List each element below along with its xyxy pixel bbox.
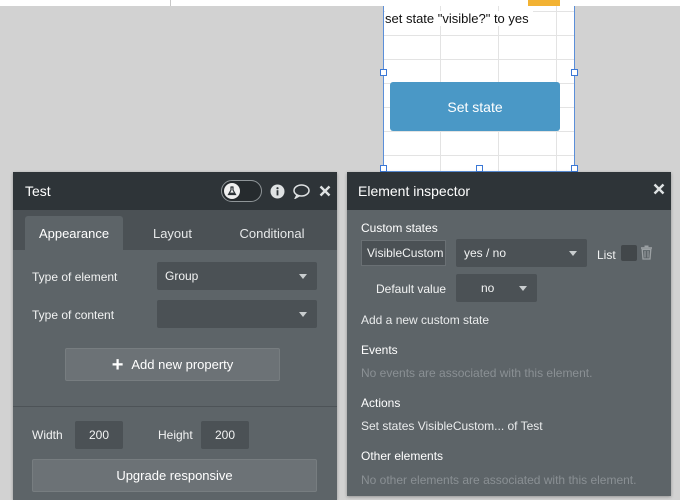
selected-group-canvas[interactable]: set state "visible?" to yes Set state [380, 6, 578, 172]
action-item-link[interactable]: Set states VisibleCustom... of Test [361, 419, 543, 433]
chevron-down-icon [569, 251, 577, 256]
list-checkbox[interactable] [621, 245, 637, 261]
list-label: List [597, 248, 616, 262]
canvas-text-element[interactable]: set state "visible?" to yes [385, 11, 533, 26]
custom-states-heading: Custom states [361, 221, 438, 235]
set-state-button[interactable]: Set state [390, 82, 560, 131]
trash-icon[interactable] [640, 245, 653, 260]
close-icon[interactable] [653, 182, 665, 200]
plus-icon: + [111, 353, 124, 376]
type-of-element-dropdown[interactable]: Group [157, 262, 317, 290]
width-label: Width [32, 428, 63, 442]
type-of-content-dropdown[interactable] [157, 300, 317, 328]
resize-handle-bottom-right[interactable] [571, 165, 578, 172]
other-elements-empty-text: No other elements are associated with th… [361, 473, 637, 487]
tab-appearance[interactable]: Appearance [25, 216, 123, 250]
default-value-dropdown[interactable]: no [456, 274, 537, 302]
chevron-down-icon [299, 312, 307, 317]
debug-toggle[interactable] [221, 180, 262, 202]
chevron-down-icon [299, 274, 307, 279]
property-editor-panel: Test Appearance Layout Conditional Type … [13, 172, 337, 500]
height-label: Height [158, 428, 193, 442]
resize-handle-mid-right[interactable] [571, 69, 578, 76]
property-editor-header[interactable]: Test [13, 172, 337, 210]
element-inspector-panel: Element inspector Custom states VisibleC… [347, 172, 671, 496]
other-elements-heading: Other elements [361, 449, 444, 463]
type-of-content-label: Type of content [32, 308, 115, 322]
tab-layout[interactable]: Layout [135, 216, 210, 250]
upgrade-responsive-button[interactable]: Upgrade responsive [32, 459, 317, 492]
property-tabs: Appearance Layout Conditional [13, 210, 337, 250]
default-value-value: no [481, 281, 495, 295]
section-divider [13, 406, 337, 407]
element-inspector-header[interactable]: Element inspector [347, 172, 671, 210]
custom-state-type-value: yes / no [464, 246, 507, 260]
chevron-down-icon [519, 286, 527, 291]
resize-handle-bottom-center[interactable] [476, 165, 483, 172]
events-heading: Events [361, 343, 398, 357]
width-input[interactable]: 200 [75, 421, 123, 449]
resize-handle-mid-left[interactable] [380, 69, 387, 76]
actions-heading: Actions [361, 396, 401, 410]
add-new-property-button[interactable]: + Add new property [65, 348, 280, 381]
flask-icon [224, 183, 240, 199]
tab-conditional[interactable]: Conditional [226, 216, 318, 250]
top-strip-divider [170, 0, 171, 6]
custom-state-type-dropdown[interactable]: yes / no [456, 239, 587, 267]
type-of-element-label: Type of element [32, 270, 118, 284]
element-inspector-title: Element inspector [358, 183, 471, 199]
top-strip [0, 0, 680, 6]
property-editor-title: Test [25, 183, 51, 199]
add-new-property-label: Add new property [131, 357, 234, 372]
custom-state-name-input[interactable]: VisibleCustom [361, 240, 446, 266]
comment-icon[interactable] [292, 182, 310, 200]
resize-handle-bottom-left[interactable] [380, 165, 387, 172]
close-icon[interactable] [316, 182, 334, 200]
events-empty-text: No events are associated with this eleme… [361, 366, 593, 380]
type-of-element-value: Group [165, 269, 199, 283]
info-icon[interactable] [268, 182, 286, 200]
height-input[interactable]: 200 [201, 421, 249, 449]
add-custom-state-link[interactable]: Add a new custom state [361, 313, 489, 327]
default-value-label: Default value [376, 282, 447, 296]
